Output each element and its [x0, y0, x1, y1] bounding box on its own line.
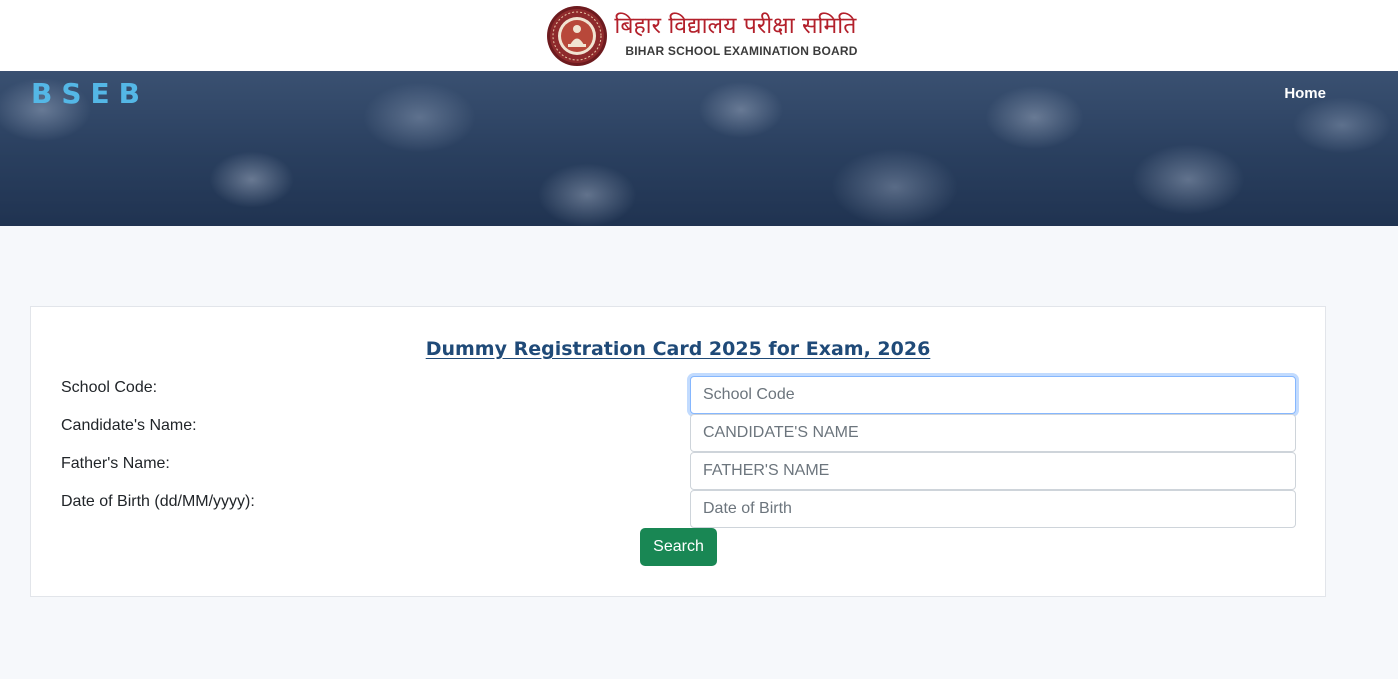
school-code-input[interactable]: [690, 376, 1296, 414]
candidate-name-input[interactable]: [690, 414, 1296, 452]
search-button[interactable]: Search: [640, 528, 717, 566]
logo-hindi-title: बिहार विद्यालय परीक्षा समिति: [614, 13, 857, 39]
date-of-birth-row: Date of Birth (dd/MM/yyyy):: [61, 490, 1296, 528]
nav-home-link[interactable]: Home: [1284, 85, 1326, 102]
father-name-input[interactable]: [690, 452, 1296, 490]
school-code-label: School Code:: [61, 379, 158, 396]
candidate-name-row: Candidate's Name:: [61, 414, 1296, 452]
candidate-name-label: Candidate's Name:: [61, 417, 197, 434]
school-code-row: School Code:: [61, 376, 1296, 414]
logo-header: बिहार विद्यालय परीक्षा समिति BIHAR SCHOO…: [0, 0, 1398, 71]
logo-english-title: BIHAR SCHOOL EXAMINATION BOARD: [625, 44, 858, 58]
form-title: Dummy Registration Card 2025 for Exam, 2…: [425, 338, 931, 360]
board-logo: बिहार विद्यालय परीक्षा समिति BIHAR SCHOO…: [546, 5, 857, 67]
bseb-seal-icon: [547, 5, 608, 66]
father-name-row: Father's Name:: [61, 452, 1296, 490]
registration-form-card: Dummy Registration Card 2025 for Exam, 2…: [30, 306, 1326, 597]
date-of-birth-label: Date of Birth (dd/MM/yyyy):: [61, 493, 255, 510]
father-name-label: Father's Name:: [61, 455, 170, 472]
hero-banner: BSEB Home: [0, 71, 1398, 226]
date-of-birth-input[interactable]: [690, 490, 1296, 528]
brand-link[interactable]: BSEB: [31, 77, 149, 110]
